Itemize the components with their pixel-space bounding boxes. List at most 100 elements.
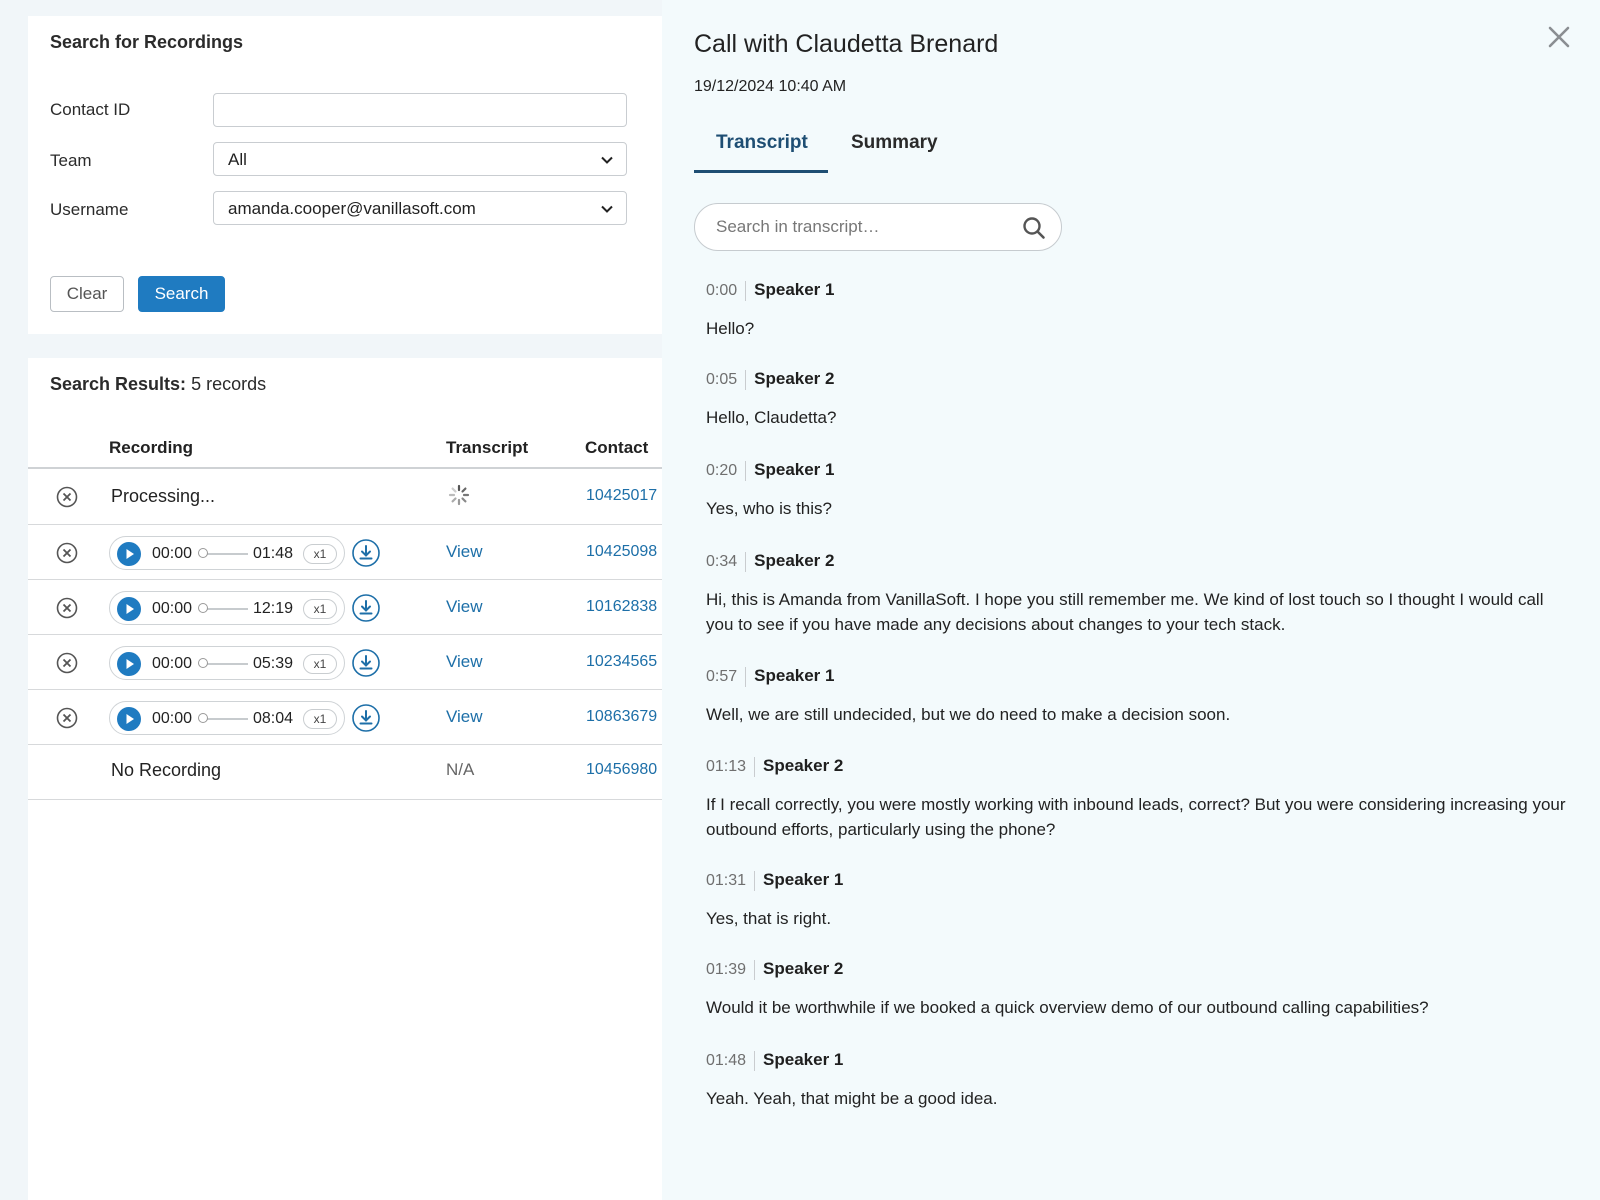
- segment-time[interactable]: 01:13: [706, 757, 756, 777]
- tab-summary[interactable]: Summary: [851, 132, 938, 154]
- search-button[interactable]: Search: [138, 276, 225, 312]
- username-select-value: amanda.cooper@vanillasoft.com: [228, 199, 476, 218]
- download-icon[interactable]: [352, 649, 380, 677]
- duration: 12:19: [253, 600, 294, 617]
- play-icon[interactable]: [117, 652, 141, 676]
- segment-speaker: Speaker 1: [763, 1050, 844, 1069]
- transcript-segment: 01:31 Speaker 1 Yes, that is right.: [706, 870, 1566, 931]
- view-transcript-link[interactable]: View: [446, 652, 483, 672]
- table-row-processing: Processing... 10425017: [28, 469, 662, 524]
- download-icon[interactable]: [352, 704, 380, 732]
- segment-text: Yes, who is this?: [706, 499, 832, 518]
- active-tab-indicator: [694, 170, 828, 173]
- contact-link[interactable]: 10425098: [586, 543, 657, 561]
- current-time: 00:00: [152, 655, 193, 672]
- x-circle-icon[interactable]: [56, 542, 78, 564]
- x-circle-icon[interactable]: [56, 597, 78, 619]
- segment-speaker: Speaker 1: [754, 280, 835, 299]
- transcript-segment: 0:20 Speaker 1 Yes, who is this?: [706, 460, 1566, 521]
- contact-link[interactable]: 10863679: [586, 708, 657, 726]
- search-icon[interactable]: [1021, 215, 1047, 241]
- view-transcript-link[interactable]: View: [446, 542, 483, 562]
- team-label: Team: [50, 151, 92, 170]
- segment-text: Yeah. Yeah, that might be a good idea.: [706, 1089, 998, 1108]
- segment-time[interactable]: 01:48: [706, 1051, 756, 1071]
- current-time: 00:00: [152, 710, 193, 727]
- table-row: 00:00 05:39 x1 View 10234565: [28, 635, 662, 690]
- speed-button[interactable]: x1: [303, 544, 337, 564]
- close-icon[interactable]: [1546, 24, 1572, 50]
- call-title: Call with Claudetta Brenard: [694, 30, 999, 58]
- segment-text: Hello, Claudetta?: [706, 408, 837, 427]
- seek-handle[interactable]: [198, 713, 208, 723]
- seek-track[interactable]: [202, 553, 248, 555]
- seek-handle[interactable]: [198, 548, 208, 558]
- speed-button[interactable]: x1: [303, 599, 337, 619]
- table-row: 00:00 08:04 x1 View 10863679: [28, 690, 662, 745]
- segment-time[interactable]: 0:20: [706, 461, 747, 481]
- contact-link[interactable]: 10456980: [586, 761, 657, 779]
- seek-track[interactable]: [202, 718, 248, 720]
- x-circle-icon[interactable]: [56, 652, 78, 674]
- clear-button[interactable]: Clear: [50, 276, 124, 312]
- audio-player: 00:00 05:39 x1: [109, 646, 345, 680]
- view-transcript-link[interactable]: View: [446, 707, 483, 727]
- contact-link[interactable]: 10425017: [586, 487, 657, 505]
- segment-text: Well, we are still undecided, but we do …: [706, 705, 1231, 724]
- speed-button[interactable]: x1: [303, 709, 337, 729]
- audio-player: 00:00 01:48 x1: [109, 536, 345, 570]
- transcript-segment: 01:39 Speaker 2 Would it be worthwhile if…: [706, 959, 1566, 1020]
- table-row-no-recording: No Recording N/A 10456980: [28, 743, 662, 798]
- download-icon[interactable]: [352, 594, 380, 622]
- speed-button[interactable]: x1: [303, 654, 337, 674]
- team-select-value: All: [228, 150, 247, 169]
- current-time: 00:00: [152, 600, 193, 617]
- transcript-search-placeholder: Search in transcript…: [716, 217, 880, 236]
- transcript-segment: 0:34 Speaker 2 Hi, this is Amanda from Va…: [706, 551, 1566, 637]
- seek-handle[interactable]: [198, 603, 208, 613]
- play-icon[interactable]: [117, 542, 141, 566]
- row-divider: [28, 799, 662, 800]
- duration: 08:04: [253, 710, 294, 727]
- transcript-segment: 0:57 Speaker 1 Well, we are still undecid…: [706, 666, 1566, 727]
- tab-transcript[interactable]: Transcript: [716, 132, 808, 154]
- column-header-contact[interactable]: Contact: [585, 438, 648, 458]
- team-select[interactable]: All: [213, 142, 627, 176]
- duration: 05:39: [253, 655, 294, 672]
- segment-time[interactable]: 01:39: [706, 960, 756, 980]
- segment-speaker: Speaker 1: [763, 870, 844, 889]
- segment-time[interactable]: 0:57: [706, 667, 747, 687]
- results-title: Search Results: 5 records: [50, 374, 266, 395]
- transcript-search-input[interactable]: Search in transcript…: [694, 203, 1062, 251]
- username-select[interactable]: amanda.cooper@vanillasoft.com: [213, 191, 627, 225]
- play-icon[interactable]: [117, 597, 141, 621]
- transcript-segment: 0:05 Speaker 2 Hello, Claudetta?: [706, 369, 1566, 430]
- contact-link[interactable]: 10234565: [586, 653, 657, 671]
- results-count: 5 records: [191, 374, 267, 394]
- contact-id-label: Contact ID: [50, 100, 131, 119]
- x-circle-icon[interactable]: [56, 707, 78, 729]
- segment-time[interactable]: 0:34: [706, 552, 747, 572]
- contact-link[interactable]: 10162838: [586, 598, 657, 616]
- column-header-transcript[interactable]: Transcript: [446, 438, 528, 458]
- contact-id-input[interactable]: [213, 93, 627, 127]
- segment-time[interactable]: 0:05: [706, 370, 747, 390]
- segment-text: Would it be worthwhile if we booked a qu…: [706, 998, 1429, 1017]
- download-icon[interactable]: [352, 539, 380, 567]
- play-icon[interactable]: [117, 707, 141, 731]
- x-circle-icon[interactable]: [56, 486, 78, 508]
- search-card: Search for Recordings Contact ID Team Al…: [28, 16, 662, 334]
- seek-handle[interactable]: [198, 658, 208, 668]
- view-transcript-link[interactable]: View: [446, 597, 483, 617]
- segment-text: Hi, this is Amanda from VanillaSoft. I h…: [706, 590, 1544, 634]
- segment-speaker: Speaker 2: [754, 551, 835, 570]
- recording-status: No Recording: [111, 760, 222, 780]
- segment-time[interactable]: 01:31: [706, 871, 756, 891]
- column-header-recording[interactable]: Recording: [109, 438, 193, 458]
- audio-player: 00:00 12:19 x1: [109, 591, 345, 625]
- segment-time[interactable]: 0:00: [706, 281, 747, 301]
- seek-track[interactable]: [202, 663, 248, 665]
- table-row: 00:00 01:48 x1 View 10425098: [28, 525, 662, 580]
- seek-track[interactable]: [202, 608, 248, 610]
- recording-status: Processing...: [111, 486, 216, 506]
